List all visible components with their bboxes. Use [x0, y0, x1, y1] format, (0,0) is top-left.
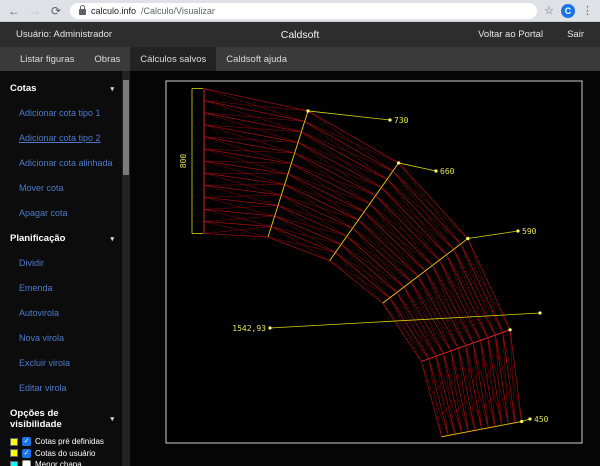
toggle-label: Cotas do usuário — [35, 449, 95, 458]
drawing-frame — [166, 81, 582, 443]
dim-label-730: 730 — [394, 116, 409, 125]
profile-avatar[interactable]: C — [561, 4, 575, 18]
app-header: Usuário: Administrador Caldsoft Voltar a… — [0, 22, 600, 47]
link-nova-virola[interactable]: Nova virola — [10, 325, 122, 350]
scrollbar-thumb[interactable] — [123, 80, 129, 175]
nav-item-obras[interactable]: Obras — [84, 47, 130, 71]
section-cotas-label: Cotas — [10, 83, 36, 94]
bookmark-star-icon[interactable]: ☆ — [544, 4, 554, 17]
link-mover-cota[interactable]: Mover cota — [10, 175, 122, 200]
toggle-cotas-pre-definidas: ✓ Cotas pré definidas — [10, 436, 122, 448]
section-opcoes-label: Opções de visibilidade — [10, 408, 110, 430]
toggle-label: Menor chapa — [35, 460, 82, 466]
tools-sidebar: Cotas ▾ Adicionar cota tipo 1 Adicionar … — [0, 71, 122, 466]
section-cotas[interactable]: Cotas ▾ — [10, 77, 122, 100]
drawing-canvas-area[interactable]: 800 730 660 590 450 1542,93 — [130, 71, 600, 466]
toggle-menor-chapa: Menor chapa — [10, 459, 122, 466]
color-swatch — [10, 438, 18, 446]
chevron-down-icon: ▾ — [110, 235, 114, 243]
link-adicionar-cota-alinhada[interactable]: Adicionar cota alinhada — [10, 150, 122, 175]
toggle-cotas-do-usuario: ✓ Cotas do usuário — [10, 448, 122, 460]
color-swatch — [10, 449, 18, 457]
section-opcoes-visibilidade[interactable]: Opções de visibilidade ▾ — [10, 402, 122, 436]
link-adicionar-cota-tipo-1[interactable]: Adicionar cota tipo 1 — [10, 100, 122, 125]
back-to-portal-link[interactable]: Voltar ao Portal — [478, 29, 543, 40]
section-planificacao-label: Planificação — [10, 233, 65, 244]
address-bar[interactable]: calculo.info/Calculo/Visualizar — [70, 3, 537, 19]
checkbox[interactable] — [22, 460, 31, 466]
color-swatch — [10, 461, 18, 466]
nav-item-calculos-salvos[interactable]: Cálculos salvos — [130, 47, 216, 71]
link-dividir[interactable]: Dividir — [10, 250, 122, 275]
nav-item-caldsoft-ajuda[interactable]: Caldsoft ajuda — [216, 47, 297, 71]
reload-icon[interactable]: ⟳ — [49, 0, 63, 22]
app-nav: Listar figuras Obras Cálculos salvos Cal… — [0, 47, 600, 71]
chevron-down-icon: ▾ — [110, 85, 114, 93]
link-emenda[interactable]: Emenda — [10, 275, 122, 300]
toggle-label: Cotas pré definidas — [35, 437, 104, 446]
forward-icon[interactable]: → — [28, 0, 42, 22]
lock-icon — [79, 9, 86, 15]
cad-drawing[interactable]: 800 730 660 590 450 1542,93 — [130, 71, 600, 466]
dim-label-overall: 1542,93 — [232, 324, 266, 333]
url-domain: calculo.info — [91, 6, 136, 16]
dim-label-800: 800 — [179, 154, 188, 169]
browser-toolbar: ← → ⟳ calculo.info/Calculo/Visualizar ☆ … — [0, 0, 600, 22]
checkbox[interactable]: ✓ — [22, 437, 31, 446]
dim-label-450: 450 — [534, 415, 549, 424]
dim-label-590: 590 — [522, 227, 537, 236]
link-autovirola[interactable]: Autovirola — [10, 300, 122, 325]
section-planificacao[interactable]: Planificação ▾ — [10, 227, 122, 250]
browser-menu-icon[interactable]: ⋮ — [582, 4, 593, 17]
url-path: /Calculo/Visualizar — [141, 6, 215, 16]
sidebar-scrollbar[interactable] — [122, 71, 130, 466]
back-icon[interactable]: ← — [7, 0, 21, 22]
logout-link[interactable]: Sair — [567, 29, 584, 40]
link-editar-virola[interactable]: Editar virola — [10, 375, 122, 400]
nav-item-listar-figuras[interactable]: Listar figuras — [10, 47, 84, 71]
link-adicionar-cota-tipo-2[interactable]: Adicionar cota tipo 2 — [10, 125, 122, 150]
link-excluir-virola[interactable]: Excluir virola — [10, 350, 122, 375]
link-apagar-cota[interactable]: Apagar cota — [10, 200, 122, 225]
checkbox[interactable]: ✓ — [22, 449, 31, 458]
chevron-down-icon: ▾ — [110, 415, 114, 423]
dim-label-660: 660 — [440, 167, 455, 176]
